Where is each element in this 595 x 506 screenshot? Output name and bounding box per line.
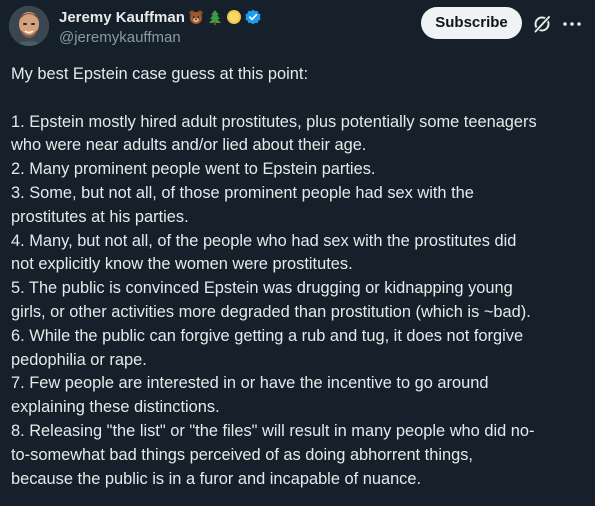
verified-badge-icon (245, 9, 261, 25)
tweet-line: 2. Many prominent people went to Epstein… (11, 160, 376, 179)
subscribe-button[interactable]: Subscribe (421, 7, 522, 39)
tweet-card: Jeremy Kauffman @jeremykauffman Subscrib… (0, 0, 595, 506)
tweet-header: Jeremy Kauffman @jeremykauffman Subscrib… (0, 0, 595, 56)
tweet-line: 4. Many, but not all, of the people who … (11, 231, 517, 250)
more-options-icon[interactable] (561, 13, 583, 35)
author-handle[interactable]: @jeremykauffman (59, 29, 261, 46)
tweet-line-blank (11, 87, 583, 111)
author-display-name[interactable]: Jeremy Kauffman (59, 9, 185, 26)
tweet-line: explaining these distinctions. (11, 398, 220, 417)
evergreen-tree-emoji-icon (207, 9, 223, 25)
tweet-line: 6. While the public can forgive getting … (11, 326, 524, 345)
coin-emoji-icon (226, 9, 242, 25)
bear-face-emoji-icon (188, 9, 204, 25)
tweet-line: prostitutes at his parties. (11, 207, 189, 226)
tweet-line: because the public is in a furor and inc… (11, 469, 422, 488)
tweet-line: 8. Releasing "the list" or "the files" w… (11, 421, 535, 440)
grok-icon[interactable] (531, 13, 553, 35)
avatar[interactable] (9, 6, 49, 46)
tweet-line: 1. Epstein mostly hired adult prostitute… (11, 112, 537, 131)
tweet-line: 5. The public is convinced Epstein was d… (11, 279, 513, 298)
tweet-line: girls, or other activities more degraded… (11, 302, 531, 321)
author-name-row: Jeremy Kauffman (59, 7, 261, 27)
tweet-line: not explicitly know the women were prost… (11, 255, 353, 274)
tweet-line: 3. Some, but not all, of those prominent… (11, 183, 474, 202)
tweet-line: 7. Few people are interested in or have … (11, 374, 489, 393)
author-info: Jeremy Kauffman @jeremykauffman (59, 7, 261, 46)
tweet-line: pedophilia or rape. (11, 350, 147, 369)
tweet-line: My best Epstein case guess at this point… (11, 65, 309, 83)
tweet-text: My best Epstein case guess at this point… (11, 63, 583, 491)
tweet-line: to-somewhat bad things perceived of as d… (11, 445, 473, 464)
tweet-line: who were near adults and/or lied about t… (11, 136, 367, 155)
